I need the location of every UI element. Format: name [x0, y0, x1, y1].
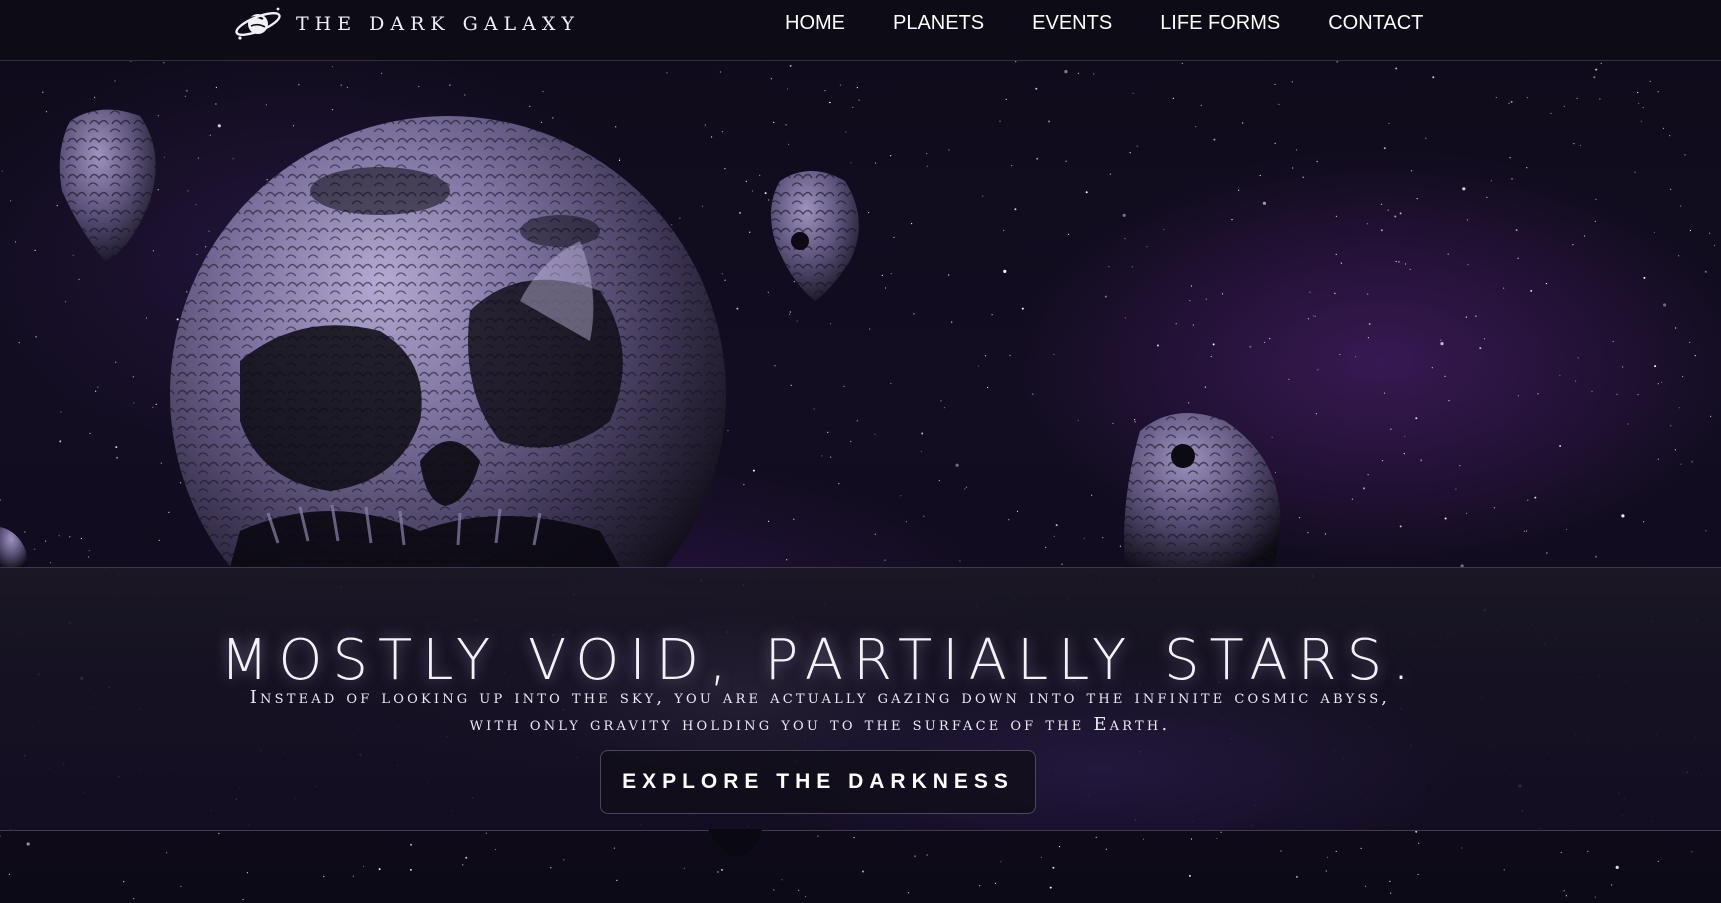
star [1220, 831, 1222, 833]
star [862, 870, 864, 873]
nav-life-forms[interactable]: LIFE FORMS [1136, 8, 1304, 38]
star [1691, 851, 1693, 853]
star [1325, 870, 1327, 872]
asteroid-bottom [708, 829, 762, 857]
star [1105, 848, 1107, 850]
star [378, 868, 381, 871]
star [683, 867, 685, 869]
star [1360, 847, 1362, 850]
star [1049, 886, 1052, 889]
star [0, 835, 1, 837]
asteroid-top-left [59, 109, 156, 261]
star [817, 835, 819, 837]
star [363, 865, 365, 867]
star [1095, 836, 1097, 838]
star [798, 889, 800, 891]
star [914, 855, 916, 858]
hero-illustration [0, 109, 1281, 567]
nav-planets[interactable]: PLANETS [869, 8, 1008, 38]
star [907, 892, 910, 894]
star [721, 868, 723, 871]
skull-planet [170, 116, 726, 567]
star [1563, 890, 1565, 892]
star [1415, 830, 1418, 833]
ringed-planet-icon [235, 7, 281, 40]
star [462, 864, 464, 866]
hero-subtitle: Instead of looking up into the sky, you … [249, 687, 1391, 735]
star [773, 889, 775, 891]
star [1295, 875, 1298, 878]
brand-link[interactable]: THE DARK GALAXY [234, 4, 580, 44]
star [550, 867, 552, 869]
star [563, 859, 565, 861]
hero-artwork [0, 61, 1721, 567]
star [218, 832, 220, 835]
star [1058, 846, 1061, 848]
star [1587, 850, 1589, 853]
hero-headline: MOSTLY VOID, PARTIALLY STARS. [220, 627, 1420, 693]
star [1461, 847, 1463, 849]
star [8, 873, 10, 875]
star [352, 875, 354, 877]
star [1000, 861, 1002, 863]
star [1390, 892, 1392, 894]
nav-events[interactable]: EVENTS [1008, 8, 1136, 38]
star [717, 871, 719, 873]
star [1364, 885, 1367, 887]
star [494, 848, 497, 851]
star [465, 856, 468, 859]
star [246, 872, 248, 874]
star [1280, 850, 1282, 852]
main-nav: HOME PLANETS EVENTS LIFE FORMS CONTACT [762, 8, 1447, 38]
asteroid-left-edge [0, 527, 28, 567]
star [853, 836, 855, 839]
star [180, 885, 182, 888]
star [805, 896, 807, 898]
star [926, 854, 928, 856]
star [123, 881, 125, 883]
star [1216, 837, 1218, 840]
star [616, 879, 618, 882]
star [1594, 896, 1596, 898]
star [133, 898, 135, 900]
nav-contact[interactable]: CONTACT [1304, 8, 1447, 38]
star [1565, 895, 1567, 897]
star [1611, 884, 1613, 886]
star [166, 852, 168, 854]
nav-home[interactable]: HOME [762, 8, 869, 38]
star [409, 868, 412, 871]
star [1418, 842, 1420, 844]
star [323, 876, 325, 878]
site-header: THE DARK GALAXY HOME PLANETS EVENTS LIFE… [0, 0, 1721, 61]
star [26, 842, 30, 846]
star [1040, 856, 1042, 858]
star [485, 832, 487, 834]
star [613, 847, 616, 849]
star [1052, 866, 1055, 869]
star [1335, 850, 1337, 852]
star [1560, 852, 1562, 854]
star [1142, 838, 1145, 840]
asteroid-right [1124, 413, 1281, 567]
brand-name: THE DARK GALAXY [296, 13, 580, 35]
star [1503, 869, 1505, 871]
hero-caption: MOSTLY VOID, PARTIALLY STARS. Instead of… [0, 567, 1721, 831]
star [242, 898, 244, 901]
star [979, 885, 981, 887]
explore-button[interactable]: EXPLORE THE DARKNESS [600, 750, 1036, 814]
star [1615, 865, 1619, 870]
star [994, 882, 997, 884]
star [1327, 856, 1329, 858]
star [781, 879, 783, 881]
star [1657, 860, 1659, 862]
star [1188, 874, 1191, 877]
star [410, 843, 413, 846]
star [1417, 873, 1419, 876]
asteroid-center [771, 171, 859, 301]
star [1389, 880, 1391, 883]
star [1190, 838, 1193, 840]
